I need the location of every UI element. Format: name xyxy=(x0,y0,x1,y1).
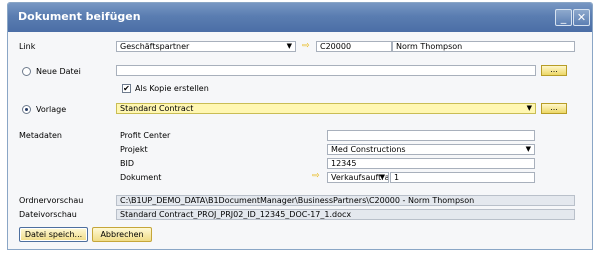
title-bar: Dokument beifügen _ ✕ xyxy=(8,3,592,32)
template-value: Standard Contract xyxy=(120,104,194,113)
new-file-browse-button[interactable]: ... xyxy=(541,65,567,76)
link-label: Link xyxy=(19,42,36,51)
copy-checkbox-label: Als Kopie erstellen xyxy=(135,84,209,93)
project-label: Projekt xyxy=(120,145,148,154)
bid-value: 12345 xyxy=(331,159,357,168)
link-type-value: Geschäftspartner xyxy=(120,42,190,51)
attach-document-dialog: Dokument beifügen _ ✕ Link Geschäftspart… xyxy=(7,2,593,250)
document-type-select[interactable]: Verkaufsauftrag ▼ xyxy=(327,172,389,183)
profit-center-label: Profit Center xyxy=(120,131,171,140)
bid-field[interactable]: 12345 xyxy=(327,158,535,169)
link-name-value: Norm Thompson xyxy=(396,42,463,51)
copy-checkbox[interactable]: ✔ xyxy=(122,84,131,93)
template-label: Vorlage xyxy=(36,105,67,114)
document-label: Dokument xyxy=(120,173,162,182)
folder-preview-value: C:\B1UP_DEMO_DATA\B1DocumentManager\Busi… xyxy=(120,196,475,205)
chevron-down-icon: ▼ xyxy=(379,173,385,181)
file-preview-label: Dateivorschau xyxy=(19,210,77,219)
chevron-down-icon: ▼ xyxy=(286,42,292,50)
folder-preview-label: Ordnervorschau xyxy=(19,196,84,205)
chevron-down-icon: ▼ xyxy=(526,104,532,112)
metadata-label: Metadaten xyxy=(19,131,62,140)
link-code-value: C20000 xyxy=(320,42,352,51)
template-select[interactable]: Standard Contract ▼ xyxy=(116,103,536,114)
save-file-button[interactable]: Datei speich... xyxy=(19,227,88,242)
minimize-button[interactable]: _ xyxy=(555,9,572,26)
link-arrow-icon[interactable]: ⇨ xyxy=(302,41,310,51)
radio-selected-dot xyxy=(25,108,28,111)
project-select[interactable]: Med Constructions ▼ xyxy=(327,144,535,155)
document-link-arrow-icon[interactable]: ⇨ xyxy=(312,171,320,181)
document-number-field[interactable]: 1 xyxy=(390,172,535,183)
document-number-value: 1 xyxy=(394,173,400,182)
close-button[interactable]: ✕ xyxy=(573,9,590,26)
new-file-radio[interactable] xyxy=(22,67,31,76)
project-value: Med Constructions xyxy=(331,145,406,154)
window-title: Dokument beifügen xyxy=(18,10,141,23)
new-file-path-field[interactable] xyxy=(116,65,536,76)
new-file-label: Neue Datei xyxy=(36,67,81,76)
cancel-button[interactable]: Abbrechen xyxy=(92,227,152,242)
folder-preview-field: C:\B1UP_DEMO_DATA\B1DocumentManager\Busi… xyxy=(116,195,575,206)
bid-label: BID xyxy=(120,159,135,168)
link-code-field[interactable]: C20000 xyxy=(316,41,392,52)
chevron-down-icon: ▼ xyxy=(525,145,531,153)
file-preview-value: Standard Contract_PROJ_PRJ02_ID_12345_DO… xyxy=(120,210,352,219)
link-name-field[interactable]: Norm Thompson xyxy=(392,41,575,52)
template-radio[interactable] xyxy=(22,105,31,114)
link-type-select[interactable]: Geschäftspartner ▼ xyxy=(116,41,296,52)
profit-center-field[interactable] xyxy=(327,130,535,141)
template-browse-button[interactable]: ... xyxy=(541,103,567,114)
file-preview-field: Standard Contract_PROJ_PRJ02_ID_12345_DO… xyxy=(116,209,575,220)
